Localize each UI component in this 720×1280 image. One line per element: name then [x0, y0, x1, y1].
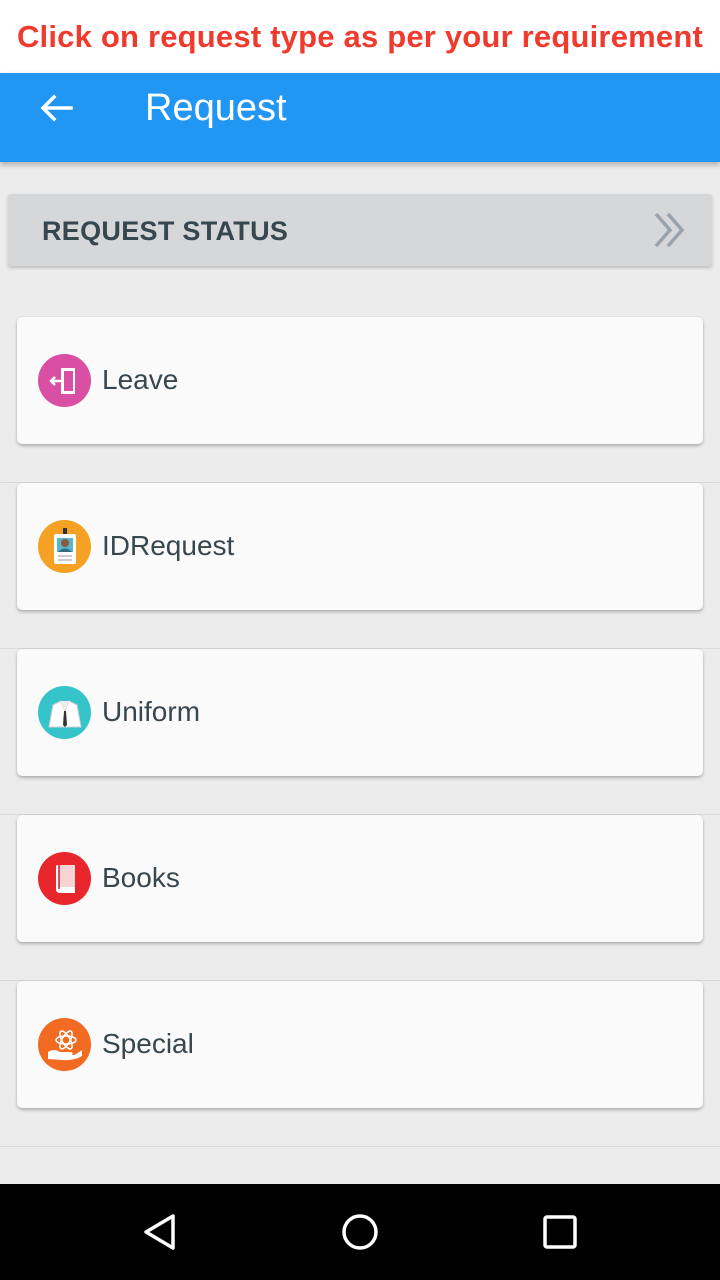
request-type-special[interactable]: Special	[17, 981, 703, 1108]
system-nav-bar	[0, 1184, 720, 1280]
app-bar: Request	[0, 73, 720, 162]
request-type-leave[interactable]: Leave	[17, 317, 703, 444]
request-type-books[interactable]: Books	[17, 815, 703, 942]
request-status-label: REQUEST STATUS	[42, 216, 289, 246]
book-icon	[38, 852, 91, 905]
id-card-icon	[38, 520, 91, 573]
instruction-banner: Click on request type as per your requir…	[0, 0, 720, 73]
double-chevron-right-icon	[654, 212, 685, 248]
request-type-idrequest[interactable]: IDRequest	[17, 483, 703, 610]
request-type-uniform[interactable]: Uniform	[17, 649, 703, 776]
request-type-label: Books	[102, 862, 180, 893]
list-item: IDRequest	[0, 483, 720, 649]
triangle-back-icon[interactable]	[140, 1212, 180, 1252]
request-type-label: Special	[102, 1028, 194, 1059]
list-item: Leave	[0, 317, 720, 483]
special-hand-icon	[38, 1018, 91, 1071]
square-recents-icon[interactable]	[540, 1212, 580, 1252]
list-item: Uniform	[0, 649, 720, 815]
door-exit-icon	[38, 354, 91, 407]
circle-home-icon[interactable]	[340, 1212, 380, 1252]
arrow-left-icon	[40, 94, 73, 122]
instruction-text: Click on request type as per your requir…	[16, 18, 704, 54]
request-type-label: Uniform	[102, 696, 201, 727]
request-status-button[interactable]: REQUEST STATUS	[8, 194, 712, 266]
list-item: Books	[0, 815, 720, 981]
page-title: Request	[145, 87, 287, 129]
list-item: Special	[0, 981, 720, 1147]
back-button[interactable]	[36, 91, 76, 125]
request-type-label: IDRequest	[102, 530, 235, 561]
request-type-label: Leave	[102, 364, 179, 395]
uniform-icon	[38, 686, 91, 739]
